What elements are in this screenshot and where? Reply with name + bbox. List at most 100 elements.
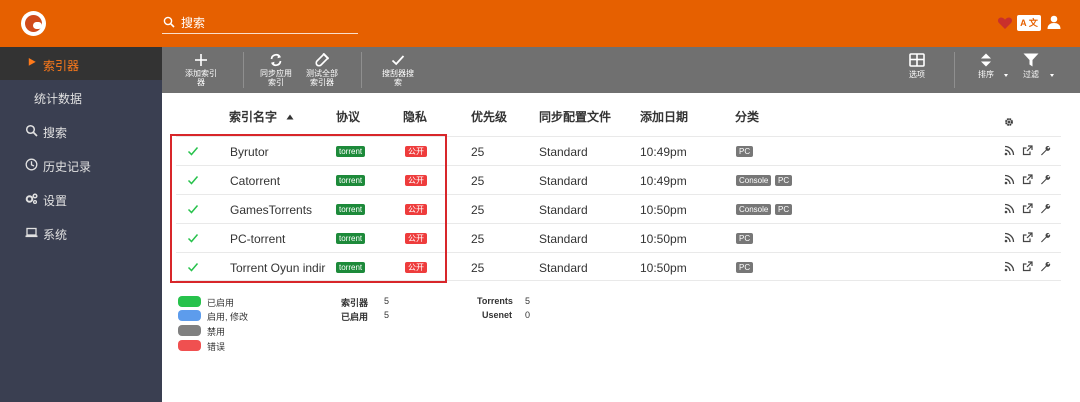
- stat-indexers-label: 索引器: [341, 298, 369, 308]
- stat-enabled-value: 5: [384, 310, 390, 320]
- sidebar-item-indexers[interactable]: 索引器: [0, 47, 162, 80]
- user-icon[interactable]: [1046, 14, 1062, 30]
- wrench-icon[interactable]: [1040, 145, 1051, 156]
- legend-label: 禁用: [207, 327, 226, 337]
- sidebar-item-label: 统计数据: [34, 92, 83, 106]
- stat-torrents-value: 5: [525, 296, 531, 306]
- logo-mark: [25, 15, 42, 32]
- stat-enabled-label: 已启用: [341, 312, 369, 322]
- prowlarr-logo[interactable]: [21, 11, 46, 36]
- wrench-icon[interactable]: [1040, 203, 1051, 214]
- category-badge: PC: [736, 233, 754, 244]
- sync-profile-value: Standard: [539, 261, 588, 275]
- indexer-search-button[interactable]: 搜刮器搜 索: [376, 47, 420, 93]
- added-date-value: 10:50pm: [640, 203, 687, 217]
- toolbar-divider: [361, 52, 362, 88]
- laptop-icon: [25, 227, 38, 238]
- legend-label: 启用, 修改: [207, 312, 249, 322]
- added-date-value: 10:50pm: [640, 232, 687, 246]
- toolbar-divider: [243, 52, 244, 88]
- column-header-added[interactable]: 添加日期: [640, 108, 688, 125]
- test-all-label-1: 测试全部: [306, 69, 338, 78]
- sort-button[interactable]: 排序: [970, 47, 1002, 93]
- sidebar-item-label: 搜索: [43, 126, 68, 140]
- added-date-value: 10:49pm: [640, 145, 687, 159]
- sync-indexers-button[interactable]: 同步应用 索引: [254, 47, 298, 93]
- wrench-icon[interactable]: [1040, 174, 1051, 185]
- add-indexer-label-2: 器: [197, 78, 205, 87]
- sidebar-item-search[interactable]: 搜索: [0, 114, 162, 147]
- heart-icon[interactable]: [997, 15, 1013, 31]
- search-input[interactable]: [181, 14, 356, 32]
- toolbar-divider: [954, 52, 955, 88]
- external-link-icon[interactable]: [1022, 174, 1033, 185]
- column-header-sync-profile[interactable]: 同步配置文件: [539, 108, 611, 125]
- column-header-privacy[interactable]: 隐私: [403, 108, 427, 125]
- legend-swatch-enabled: [178, 296, 201, 307]
- sidebar-item-stats[interactable]: 统计数据: [0, 80, 162, 113]
- stat-usenet-value: 0: [525, 310, 531, 320]
- sync-profile-value: Standard: [539, 203, 588, 217]
- add-indexer-button[interactable]: 添加索引 器: [179, 47, 223, 93]
- rss-icon[interactable]: [1004, 174, 1015, 185]
- sort-caret-icon: [1004, 74, 1008, 77]
- indexer-search-label-1: 搜刮器搜: [382, 69, 414, 78]
- sort-label: 排序: [978, 70, 994, 79]
- category-badge: Console: [736, 204, 772, 215]
- test-all-indexers-button[interactable]: 测试全部 索引器: [300, 47, 344, 93]
- rss-icon[interactable]: [1004, 145, 1015, 156]
- legend-swatch-enabled-redirect: [178, 310, 201, 321]
- category-badge: PC: [775, 175, 793, 186]
- filter-icon: [1023, 53, 1039, 67]
- rss-icon[interactable]: [1004, 261, 1015, 272]
- rss-icon[interactable]: [1004, 203, 1015, 214]
- add-indexer-label-1: 添加索引: [185, 69, 217, 78]
- sidebar-item-label: 系统: [43, 228, 68, 242]
- sidebar-item-label: 历史记录: [43, 160, 92, 174]
- sync-profile-value: Standard: [539, 145, 588, 159]
- plus-icon: [195, 54, 207, 66]
- search-bar: [162, 13, 358, 34]
- sync-indexers-label-1: 同步应用: [260, 69, 292, 78]
- stat-indexers-value: 5: [384, 296, 390, 306]
- external-link-icon[interactable]: [1022, 145, 1033, 156]
- play-icon: [28, 58, 36, 66]
- check-icon: [391, 55, 405, 66]
- filter-button[interactable]: 过滤: [1015, 47, 1047, 93]
- sort-icon: [981, 53, 991, 67]
- legend-swatch-error: [178, 340, 201, 351]
- external-link-icon[interactable]: [1022, 232, 1033, 243]
- search-icon: [163, 16, 175, 28]
- column-header-priority[interactable]: 优先级: [471, 108, 507, 125]
- external-link-icon[interactable]: [1022, 261, 1033, 272]
- legend-label: 错误: [207, 342, 226, 352]
- wrench-icon[interactable]: [1040, 261, 1051, 272]
- translate-icon[interactable]: A 文: [1017, 15, 1041, 31]
- sidebar-item-label: 索引器: [43, 59, 80, 73]
- category-badge: Console: [736, 175, 772, 186]
- external-link-icon[interactable]: [1022, 203, 1033, 214]
- options-label: 选项: [909, 70, 925, 79]
- search-icon: [25, 124, 38, 137]
- sidebar-item-settings[interactable]: 设置: [0, 182, 162, 215]
- wrench-icon[interactable]: [1040, 232, 1051, 243]
- gears-icon: [25, 193, 38, 205]
- column-header-protocol[interactable]: 协议: [336, 108, 360, 125]
- column-header-name[interactable]: 索引名字: [229, 108, 294, 125]
- added-date-value: 10:49pm: [640, 174, 687, 188]
- priority-value: 25: [471, 145, 485, 159]
- column-header-categories[interactable]: 分类: [735, 108, 759, 125]
- column-settings-gear-icon[interactable]: [1004, 117, 1014, 127]
- filter-label: 过滤: [1023, 70, 1039, 79]
- page-toolbar: 添加索引 器 同步应用 索引 测试全部 索引器 搜刮器搜 索 选项 排序 过滤: [162, 47, 1080, 93]
- rss-icon[interactable]: [1004, 232, 1015, 243]
- options-button[interactable]: 选项: [900, 47, 934, 93]
- sync-indexers-label-2: 索引: [268, 78, 284, 87]
- added-date-value: 10:50pm: [640, 261, 687, 275]
- priority-value: 25: [471, 203, 485, 217]
- indexer-search-label-2: 索: [394, 78, 402, 87]
- clock-icon: [25, 158, 38, 171]
- legend-swatch-disabled: [178, 325, 201, 336]
- sidebar-item-system[interactable]: 系统: [0, 216, 162, 249]
- sidebar-item-history[interactable]: 历史记录: [0, 148, 162, 181]
